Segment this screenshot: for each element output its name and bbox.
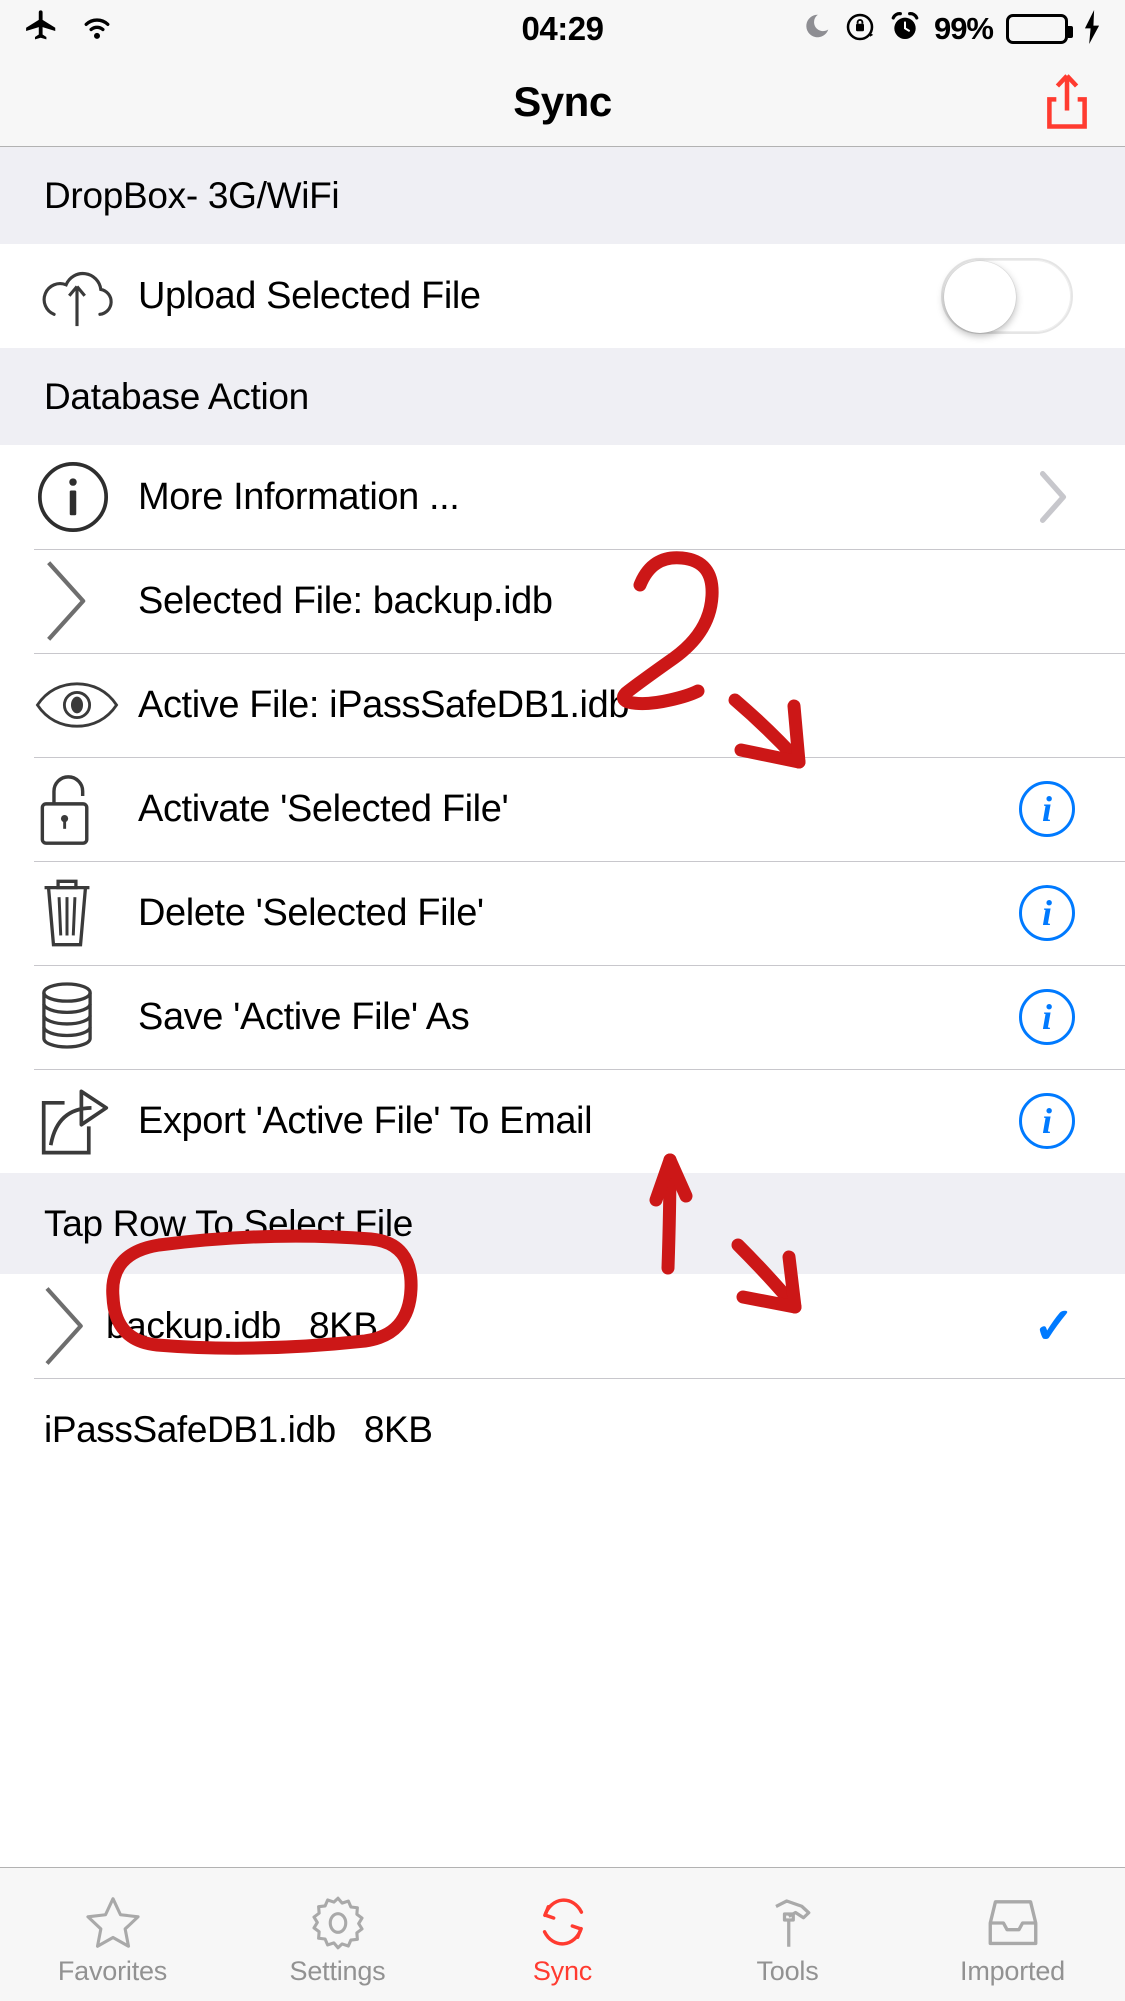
row-label: More Information ... (138, 475, 460, 518)
file-row-content: iPassSafeDB1.idb 8KB (44, 1409, 433, 1451)
status-bar-right: 99% (563, 9, 1104, 49)
file-row-backup[interactable]: backup.idb 8KB ✓ (0, 1274, 1125, 1378)
battery-icon (1006, 14, 1073, 44)
row-upload-selected-file[interactable]: Upload Selected File (0, 244, 1125, 348)
app-screen: 04:29 99% Sync DropBox- 3G/WiFi Upload S… (0, 0, 1125, 2001)
row-label: Selected File: backup.idb (138, 579, 553, 622)
row-active-file[interactable]: Active File: iPassSafeDB1.idb (0, 653, 1125, 757)
info-circle-icon (34, 458, 138, 536)
file-size: 8KB (308, 1305, 378, 1346)
row-label: Activate 'Selected File' (138, 787, 509, 830)
wifi-icon (78, 8, 116, 51)
info-button[interactable]: i (1019, 1093, 1099, 1149)
share-export-icon[interactable] (1035, 70, 1099, 134)
database-stack-icon (34, 975, 138, 1059)
checkmark-icon: ✓ (1033, 1298, 1075, 1354)
row-label: Export 'Active File' To Email (138, 1099, 593, 1142)
section-header-tap-row-to-select-file: Tap Row To Select File (0, 1173, 1125, 1274)
unlock-padlock-icon (34, 768, 138, 850)
section-header-dropbox: DropBox- 3G/WiFi (0, 147, 1125, 244)
info-button[interactable]: i (1019, 989, 1099, 1045)
status-bar-left (22, 8, 563, 51)
tab-sync[interactable]: Sync (450, 1868, 675, 2001)
tab-label: Settings (289, 1956, 386, 1986)
tab-settings[interactable]: Settings (225, 1868, 450, 2001)
file-size: 8KB (363, 1409, 433, 1450)
row-more-information[interactable]: More Information ... (0, 445, 1125, 549)
trash-icon (34, 871, 138, 955)
cloud-upload-icon (34, 261, 138, 331)
file-name: backup.idb (106, 1305, 281, 1346)
eye-icon (34, 674, 138, 736)
alarm-clock-icon (889, 11, 921, 48)
row-selected-file[interactable]: Selected File: backup.idb (0, 549, 1125, 653)
gear-icon (307, 1892, 369, 1954)
charging-bolt-icon (1081, 9, 1103, 49)
file-row-ipasssafedb1[interactable]: iPassSafeDB1.idb 8KB (0, 1378, 1125, 1482)
upload-toggle[interactable] (941, 258, 1099, 334)
export-share-icon (34, 1084, 138, 1158)
tab-label: Sync (532, 1956, 593, 1986)
chevron-right-icon (1033, 466, 1099, 528)
info-button[interactable]: i (1019, 885, 1099, 941)
tab-label: Tools (756, 1956, 819, 1986)
row-activate-selected-file[interactable]: Activate 'Selected File' i (0, 757, 1125, 861)
row-label: Upload Selected File (138, 274, 481, 317)
sync-refresh-icon (531, 1892, 595, 1954)
tab-bar: Favorites Settings Sync Tools Imported (0, 1867, 1125, 2001)
page-title: Sync (513, 78, 612, 125)
tab-label: Imported (960, 1956, 1065, 1986)
navigation-bar: Sync (0, 58, 1125, 147)
chevron-right-icon (34, 555, 138, 647)
tab-imported[interactable]: Imported (900, 1868, 1125, 2001)
star-icon (81, 1892, 145, 1954)
battery-percent-label: 99% (933, 11, 994, 46)
do-not-disturb-moon-icon (801, 12, 831, 47)
inbox-tray-icon (980, 1892, 1046, 1954)
status-bar: 04:29 99% (0, 0, 1125, 58)
airplane-mode-icon (22, 8, 60, 51)
file-name: iPassSafeDB1.idb (44, 1409, 336, 1450)
tab-label: Favorites (57, 1956, 168, 1986)
tab-tools[interactable]: Tools (675, 1868, 900, 2001)
row-label: Delete 'Selected File' (138, 891, 484, 934)
info-button[interactable]: i (1019, 781, 1099, 837)
section-header-database-action: Database Action (0, 348, 1125, 445)
row-export-active-file-to-email[interactable]: Export 'Active File' To Email i (0, 1069, 1125, 1173)
chevron-right-icon (34, 1281, 106, 1371)
row-delete-selected-file[interactable]: Delete 'Selected File' i (0, 861, 1125, 965)
row-label: Active File: iPassSafeDB1.idb (138, 683, 630, 726)
row-label: Save 'Active File' As (138, 995, 470, 1038)
file-row-content: backup.idb 8KB (106, 1305, 1033, 1347)
hammer-icon (758, 1892, 818, 1954)
tab-favorites[interactable]: Favorites (0, 1868, 225, 2001)
rotation-lock-icon (844, 11, 876, 48)
row-save-active-file-as[interactable]: Save 'Active File' As i (0, 965, 1125, 1069)
